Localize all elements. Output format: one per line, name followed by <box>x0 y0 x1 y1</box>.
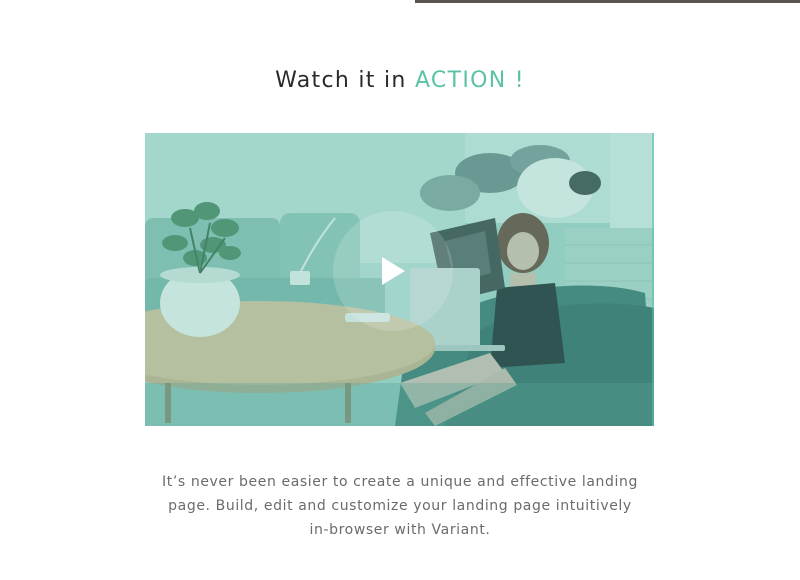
play-icon <box>382 257 405 285</box>
play-button[interactable] <box>333 211 453 331</box>
description-line-3: in-browser with Variant. <box>309 522 491 538</box>
description-line-2: page. Build, edit and customize your lan… <box>168 498 632 514</box>
section-description: It’s never been easier to create a uniqu… <box>150 470 650 542</box>
description-line-1: It’s never been easier to create a uniqu… <box>162 474 638 490</box>
heading-accent: ACTION ! <box>414 68 525 93</box>
video-player[interactable] <box>145 133 654 426</box>
section-heading: Watch it in ACTION ! <box>0 66 800 96</box>
header-image-edge <box>415 0 800 3</box>
heading-prefix: Watch it in <box>275 68 415 93</box>
page: Watch it in ACTION ! It’s never been eas… <box>0 0 800 580</box>
